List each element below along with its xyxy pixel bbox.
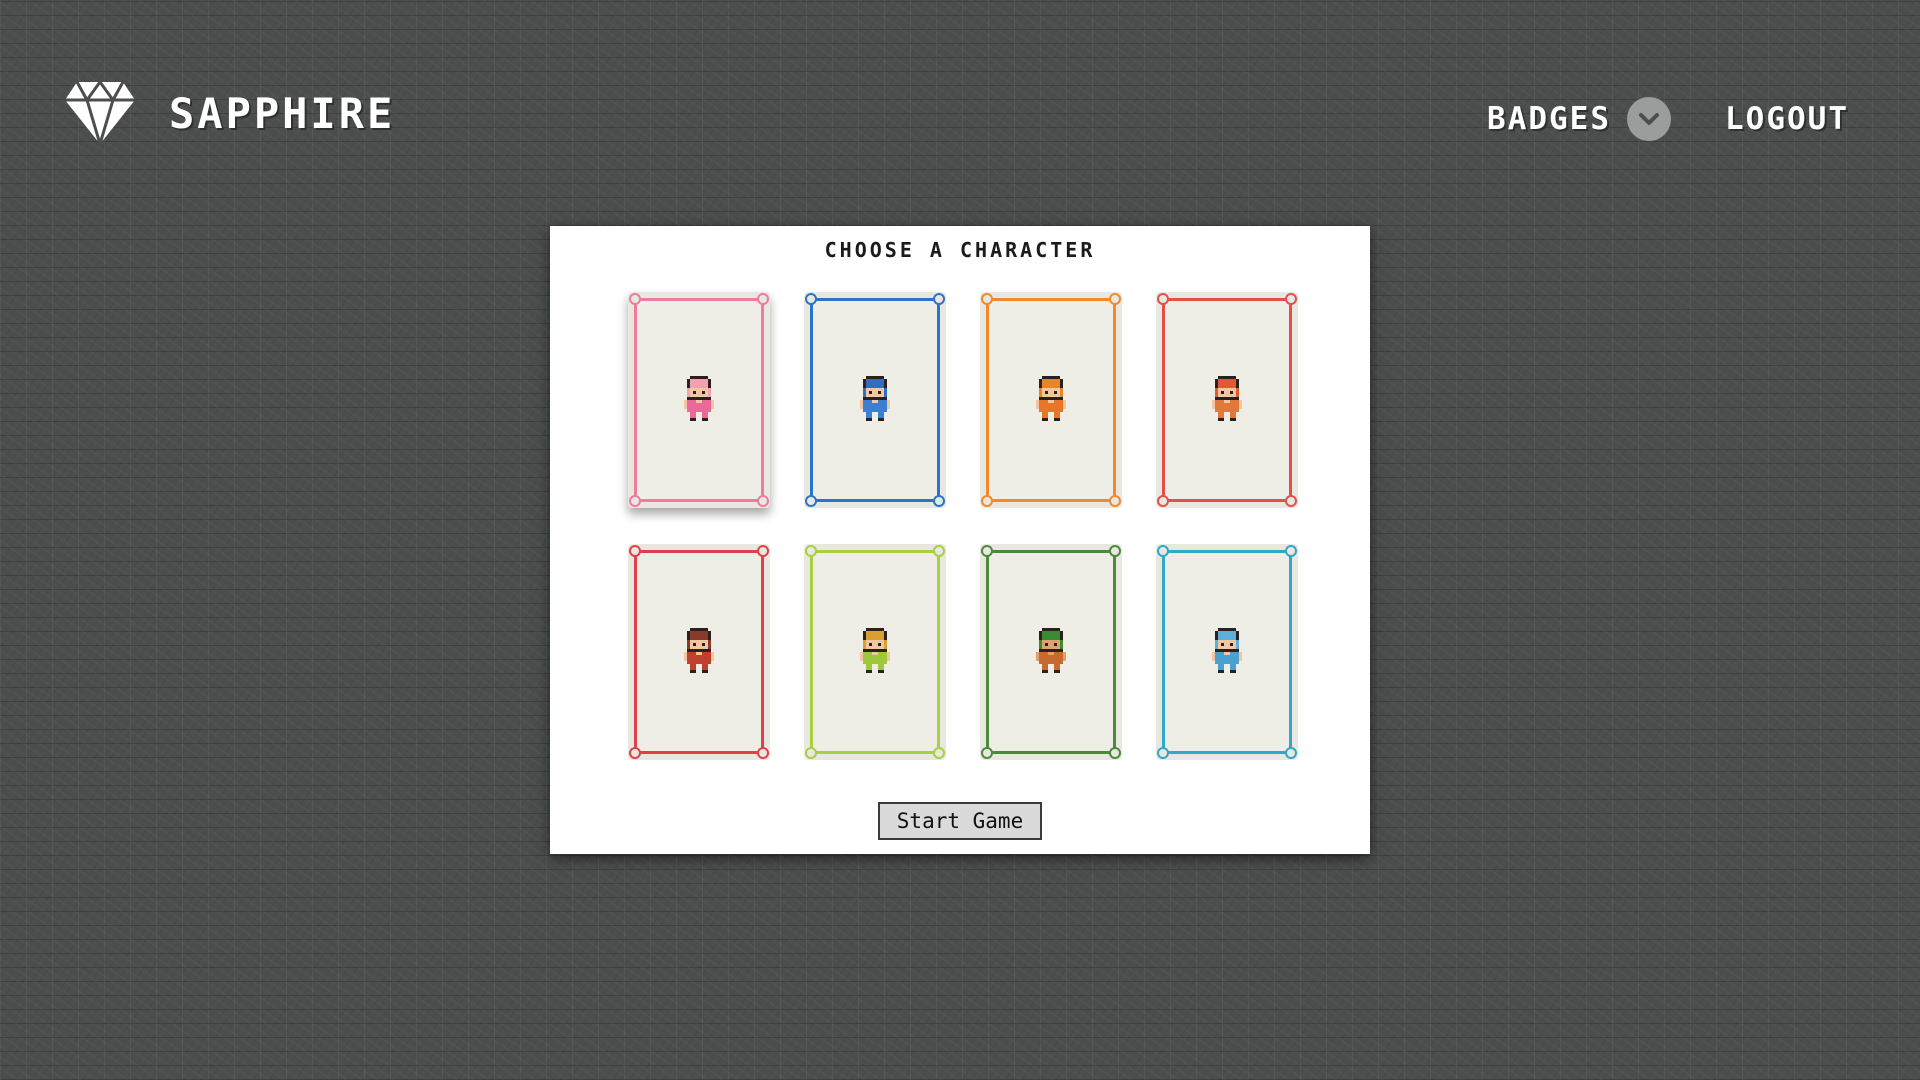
card-corner-ornament: [805, 747, 817, 759]
badges-label: BADGES: [1487, 101, 1612, 137]
chevron-down-icon[interactable]: [1627, 97, 1672, 141]
character-sprite-icon: [860, 628, 890, 673]
card-corner-ornament: [805, 545, 817, 557]
character-card-5[interactable]: [628, 544, 770, 760]
character-sprite-icon: [1212, 628, 1242, 673]
panel-title: CHOOSE A CHARACTER: [824, 238, 1096, 262]
card-corner-ornament: [933, 747, 945, 759]
card-corner-ornament: [757, 545, 769, 557]
card-corner-ornament: [757, 495, 769, 507]
card-corner-ornament: [629, 293, 641, 305]
card-corner-ornament: [1157, 495, 1169, 507]
card-corner-ornament: [1109, 293, 1121, 305]
card-corner-ornament: [1109, 747, 1121, 759]
character-card-4[interactable]: [1156, 292, 1298, 508]
logout-link[interactable]: LOGOUT: [1725, 101, 1849, 137]
card-corner-ornament: [981, 747, 993, 759]
card-corner-ornament: [805, 293, 817, 305]
card-corner-ornament: [981, 293, 993, 305]
card-corner-ornament: [1157, 545, 1169, 557]
start-game-button[interactable]: Start Game: [878, 802, 1042, 840]
top-nav: BADGES LOGOUT: [1487, 96, 1849, 142]
character-card-7[interactable]: [980, 544, 1122, 760]
card-corner-ornament: [757, 293, 769, 305]
character-card-1[interactable]: [628, 292, 770, 508]
card-corner-ornament: [629, 747, 641, 759]
character-sprite-icon: [684, 376, 714, 421]
card-corner-ornament: [1285, 747, 1297, 759]
brand[interactable]: SAPPHIRE: [63, 80, 395, 146]
card-corner-ornament: [933, 293, 945, 305]
character-card-8[interactable]: [1156, 544, 1298, 760]
card-corner-ornament: [1157, 747, 1169, 759]
card-corner-ornament: [981, 545, 993, 557]
card-corner-ornament: [1285, 545, 1297, 557]
card-corner-ornament: [1157, 293, 1169, 305]
card-corner-ornament: [629, 545, 641, 557]
card-corner-ornament: [629, 495, 641, 507]
character-sprite-icon: [1212, 376, 1242, 421]
card-corner-ornament: [933, 545, 945, 557]
card-corner-ornament: [933, 495, 945, 507]
character-card-3[interactable]: [980, 292, 1122, 508]
badges-menu[interactable]: BADGES: [1487, 97, 1672, 141]
character-sprite-icon: [1036, 628, 1066, 673]
card-corner-ornament: [1285, 495, 1297, 507]
card-corner-ornament: [1285, 293, 1297, 305]
character-card-2[interactable]: [804, 292, 946, 508]
character-sprite-icon: [684, 628, 714, 673]
card-corner-ornament: [805, 495, 817, 507]
character-select-panel: CHOOSE A CHARACTER Start Game: [550, 226, 1370, 854]
character-sprite-icon: [860, 376, 890, 421]
card-corner-ornament: [757, 747, 769, 759]
character-card-6[interactable]: [804, 544, 946, 760]
diamond-icon: [65, 80, 135, 145]
card-corner-ornament: [1109, 545, 1121, 557]
character-sprite-icon: [1036, 376, 1066, 421]
card-corner-ornament: [1109, 495, 1121, 507]
card-corner-ornament: [981, 495, 993, 507]
brand-name: SAPPHIRE: [169, 88, 396, 138]
